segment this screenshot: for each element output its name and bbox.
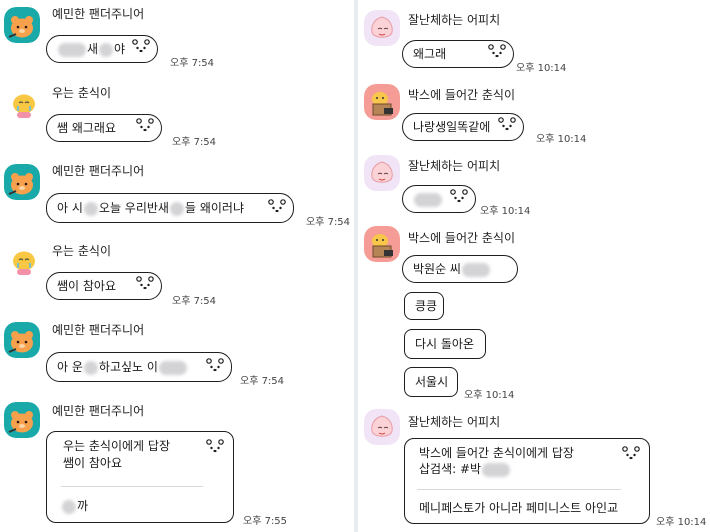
message-text: 나랑생일똑같에 [413,120,491,134]
reply-bubble[interactable]: 박스에 들어간 춘식이에게 답장 삽검색: #박 메니페스토가 아니라 페미니스… [404,438,650,524]
message-text: 박원순 씨 [413,262,461,276]
message-text: 쌤 왜그래요 [57,121,117,135]
message-bubble[interactable]: 쌤 왜그래요 [46,114,162,142]
message-bubble[interactable]: 아 시 오늘 우리반새 들 왜이러냐 [46,193,294,223]
box-choonsik-avatar-icon[interactable] [364,226,400,262]
message-text: 아 운 [57,360,83,374]
blurred-text [58,42,86,57]
apeach-avatar-icon[interactable] [364,10,400,46]
message-time: 오후 7:55 [243,516,288,527]
bear-doodle-icon [447,188,471,206]
message-text: 아 시 [57,201,83,215]
bear-doodle-icon [133,275,157,293]
blurred-text [169,201,184,216]
message-text: 서울시 [415,375,449,389]
message-text: 까 [77,499,89,513]
message-time: 오후 7:54 [172,296,217,307]
sender-name: 잘난체하는 어피치 [408,13,501,27]
panda-avatar-icon[interactable] [4,322,40,358]
bear-doodle-icon [265,198,289,216]
blurred-text [62,499,76,514]
message-text: 새 [87,42,99,56]
reply-text: 메니페스토가 아니라 페미니스트 아인교 [419,501,619,515]
message-bubble[interactable]: 킁킁 [404,292,444,320]
message-bubble[interactable]: 나랑생일똑같에 [402,113,524,141]
reply-bubble[interactable]: 우는 춘식이에게 답장 쌤이 참아요 까 [46,431,234,523]
bear-doodle-icon [485,43,509,61]
reply-separator [61,486,203,487]
bear-ears-icon [253,188,283,196]
chat-pane-left[interactable]: 예민한 팬더주니어 새야 오후 7:54 우는 춘식이 쌤 왜그래요 오후 7:… [0,0,354,532]
sender-name: 예민한 팬더주니어 [52,323,145,337]
quoted-text: 삽검색: #박 [419,461,511,478]
quoted-text: 쌤이 참아요 [63,456,123,470]
blurred-text [158,360,187,375]
bear-doodle-icon [619,445,643,463]
sender-name: 우는 춘식이 [52,244,112,258]
choonsik-avatar-icon[interactable] [6,243,42,279]
message-bubble[interactable]: 아 운 하고싶노 이 [46,352,232,382]
message-text: 다시 돌아온 [415,337,475,351]
message-bubble[interactable]: 박원순 씨 [402,255,518,283]
blurred-text [99,42,114,57]
sender-name: 박스에 들어간 춘식이 [408,231,515,245]
panda-avatar-icon[interactable] [4,164,40,200]
reply-target: 박스에 들어간 춘식이에게 답장 [419,446,574,460]
message-bubble[interactable]: 새야 [46,35,158,63]
sender-name: 우는 춘식이 [52,86,112,100]
panda-avatar-icon[interactable] [4,402,40,438]
bear-doodle-icon [203,357,227,375]
message-bubble[interactable]: 왜그래 [402,40,514,68]
message-text: 야 [114,42,126,56]
quoted-text-value: 삽검색: #박 [419,462,482,476]
message-text: 왜그래 [413,47,447,61]
sender-name: 예민한 팬더주니어 [52,7,145,21]
message-time: 오후 10:14 [536,134,587,145]
reply-text: 까 [61,498,88,515]
message-time: 오후 7:54 [240,376,285,387]
bear-doodle-icon [203,438,227,456]
sender-name: 박스에 들어간 춘식이 [408,88,515,102]
message-time: 오후 10:14 [464,390,515,401]
message-time: 오후 7:54 [170,58,215,69]
message-text: 쌤이 참아요 [57,279,117,293]
choonsik-avatar-icon[interactable] [6,86,42,122]
blurred-text [461,262,490,277]
bear-doodle-icon [133,117,157,135]
message-text: 하고싶노 이 [98,360,158,374]
reply-separator [417,489,621,490]
message-time: 오후 10:14 [656,517,707,528]
chat-pane-right[interactable]: 잘난체하는 어피치 왜그래 오후 10:14 박스에 들어간 춘식이 나랑생일똑… [358,0,710,532]
blurred-text [83,201,98,216]
apeach-avatar-icon[interactable] [364,409,400,445]
blurred-text [83,360,98,375]
sender-name: 잘난체하는 어피치 [408,159,501,173]
message-text: 오늘 우리반새 [98,201,169,215]
message-time: 오후 7:54 [306,217,351,228]
message-text: 들 왜이러냐 [184,201,244,215]
message-bubble[interactable] [402,185,476,213]
message-bubble[interactable]: 서울시 [404,367,458,397]
bear-doodle-icon [129,38,153,56]
blurred-text [482,462,511,477]
reply-target: 우는 춘식이에게 답장 [63,439,170,453]
sender-name: 예민한 팬더주니어 [52,404,145,418]
blurred-text [414,192,442,207]
message-time: 오후 10:14 [480,206,531,217]
message-text: 킁킁 [415,299,438,313]
apeach-avatar-icon[interactable] [364,155,400,191]
message-time: 오후 10:14 [516,63,567,74]
sender-name: 잘난체하는 어피치 [408,415,501,429]
box-choonsik-avatar-icon[interactable] [364,84,400,120]
message-bubble[interactable]: 다시 돌아온 [404,329,486,359]
message-time: 오후 7:54 [172,137,217,148]
panda-avatar-icon[interactable] [4,7,40,43]
bear-doodle-icon [495,116,519,134]
sender-name: 예민한 팬더주니어 [52,164,145,178]
message-bubble[interactable]: 쌤이 참아요 [46,272,162,300]
